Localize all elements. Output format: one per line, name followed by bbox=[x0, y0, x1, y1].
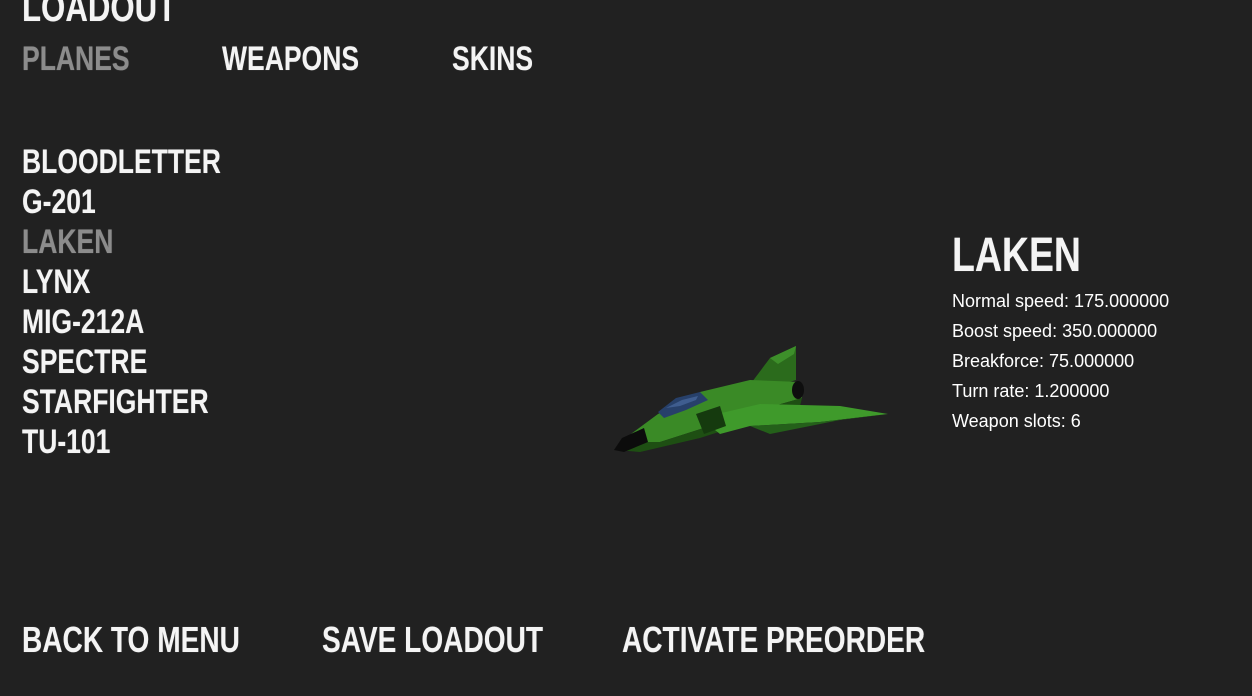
tab-skins[interactable]: SKINS bbox=[452, 42, 533, 76]
stat-boost-speed: Boost speed: 350.000000 bbox=[952, 321, 1158, 341]
tab-weapons[interactable]: WEAPONS bbox=[222, 42, 359, 76]
plane-item-bloodletter[interactable]: BLOODLETTER bbox=[22, 142, 277, 182]
plane-preview bbox=[614, 346, 888, 452]
plane-item-starfighter[interactable]: STARFIGHTER bbox=[22, 382, 277, 422]
stat-weapon-slots: Weapon slots: 6 bbox=[952, 411, 1081, 431]
plane-list: BLOODLETTER G-201 LAKEN LYNX MIG-212A SP… bbox=[22, 142, 277, 462]
plane-item-lynx[interactable]: LYNX bbox=[22, 262, 277, 302]
plane-item-label: MIG-212A bbox=[22, 303, 145, 341]
plane-item-label: TU-101 bbox=[22, 423, 111, 461]
plane-stats-panel: LAKEN Normal speed: 175.000000 Boost spe… bbox=[952, 232, 1242, 436]
plane-item-label: G-201 bbox=[22, 183, 96, 221]
stat-normal-speed: Normal speed: 175.000000 bbox=[952, 291, 1170, 311]
stat-turn-rate: Turn rate: 1.200000 bbox=[952, 381, 1110, 401]
tab-planes[interactable]: PLANES bbox=[22, 42, 130, 76]
screen-title: LOADOUT bbox=[22, 0, 177, 30]
plane-item-label: BLOODLETTER bbox=[22, 143, 221, 181]
activate-preorder-button[interactable]: ACTIVATE PREORDER bbox=[622, 622, 925, 658]
back-to-menu-button[interactable]: BACK TO MENU bbox=[22, 622, 240, 658]
save-loadout-button[interactable]: SAVE LOADOUT bbox=[322, 622, 543, 658]
stat-breakforce: Breakforce: 75.000000 bbox=[952, 351, 1135, 371]
plane-item-g-201[interactable]: G-201 bbox=[22, 182, 277, 222]
plane-item-label: STARFIGHTER bbox=[22, 383, 209, 421]
selected-plane-name: LAKEN bbox=[952, 229, 1081, 282]
plane-item-spectre[interactable]: SPECTRE bbox=[22, 342, 277, 382]
plane-item-mig-212a[interactable]: MIG-212A bbox=[22, 302, 277, 342]
plane-item-tu-101[interactable]: TU-101 bbox=[22, 422, 277, 462]
plane-item-label: LYNX bbox=[22, 263, 91, 301]
plane-item-label: SPECTRE bbox=[22, 343, 148, 381]
plane-item-label: LAKEN bbox=[22, 223, 114, 261]
plane-item-laken[interactable]: LAKEN bbox=[22, 222, 277, 262]
